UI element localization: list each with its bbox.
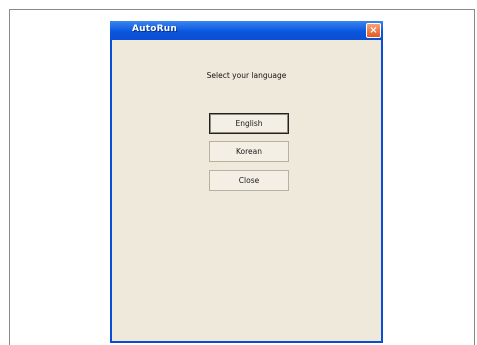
title-bar[interactable]: AutoRun × bbox=[110, 21, 383, 40]
close-window-button[interactable]: × bbox=[366, 23, 381, 38]
close-button[interactable]: Close bbox=[209, 170, 289, 191]
autorun-window: AutoRun × Select your language English K… bbox=[110, 21, 383, 343]
english-button[interactable]: English bbox=[209, 113, 289, 134]
window-title: AutoRun bbox=[132, 24, 178, 34]
close-icon: × bbox=[369, 25, 378, 36]
language-prompt: Select your language bbox=[206, 71, 287, 80]
korean-button[interactable]: Korean bbox=[209, 141, 289, 162]
